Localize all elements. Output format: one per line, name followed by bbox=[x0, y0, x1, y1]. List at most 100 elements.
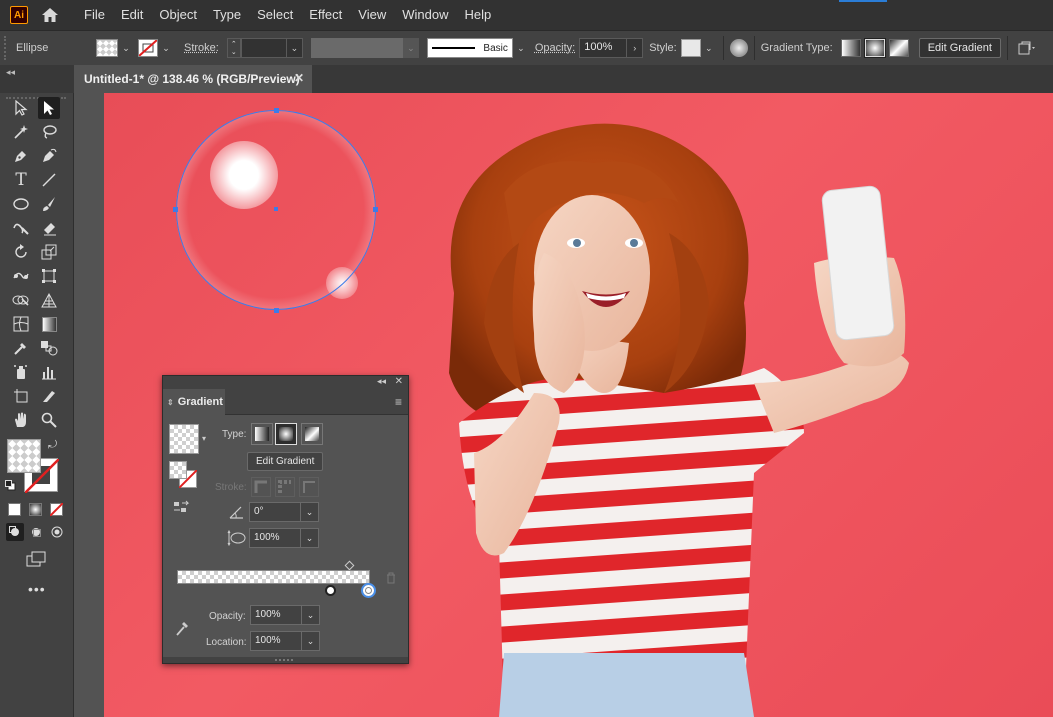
brush-dropdown[interactable]: ⌄ bbox=[513, 38, 529, 58]
eyedropper-tool-icon[interactable] bbox=[10, 337, 32, 359]
type-tool-icon[interactable]: T bbox=[10, 169, 32, 191]
style-dropdown[interactable]: ⌄ bbox=[701, 38, 717, 58]
panel-options-arrows-icon[interactable]: ⇕ bbox=[167, 398, 174, 407]
stroke-weight-input[interactable] bbox=[240, 38, 287, 58]
magic-wand-tool-icon[interactable] bbox=[10, 121, 32, 143]
graphic-style-swatch[interactable] bbox=[680, 39, 701, 57]
panel-radial-gradient-button[interactable] bbox=[275, 423, 297, 445]
aspect-ratio-dropdown[interactable]: ⌄ bbox=[301, 528, 319, 548]
stroke-label[interactable]: Stroke: bbox=[184, 42, 219, 54]
perspective-grid-tool-icon[interactable] bbox=[38, 289, 60, 311]
linear-gradient-button[interactable] bbox=[840, 39, 861, 57]
menu-type[interactable]: Type bbox=[205, 0, 249, 30]
line-segment-tool-icon[interactable] bbox=[38, 169, 60, 191]
panel-edit-gradient-button[interactable]: Edit Gradient bbox=[247, 452, 324, 471]
edit-toolbar-icon[interactable]: ••• bbox=[28, 581, 46, 597]
symbol-sprayer-tool-icon[interactable] bbox=[10, 361, 32, 383]
delete-stop-icon[interactable] bbox=[385, 572, 397, 584]
shaper-tool-icon[interactable] bbox=[10, 217, 32, 239]
gradient-tool-icon[interactable] bbox=[38, 313, 60, 335]
collapse-toolbar-icon[interactable]: ◂◂ bbox=[6, 67, 15, 78]
edit-gradient-button[interactable]: Edit Gradient bbox=[918, 38, 1001, 58]
angle-dropdown[interactable]: ⌄ bbox=[301, 502, 319, 522]
color-mode-button[interactable] bbox=[8, 503, 21, 516]
draw-behind-icon[interactable] bbox=[27, 523, 45, 541]
paintbrush-tool-icon[interactable] bbox=[38, 193, 60, 215]
fill-indicator[interactable] bbox=[169, 461, 187, 479]
variable-width-profile[interactable] bbox=[310, 38, 403, 58]
none-mode-button[interactable] bbox=[50, 503, 63, 516]
aspect-ratio-input[interactable]: 100% bbox=[249, 528, 301, 548]
stop-location-dropdown[interactable]: ⌄ bbox=[302, 631, 320, 651]
mesh-tool-icon[interactable] bbox=[10, 313, 32, 335]
menu-effect[interactable]: Effect bbox=[301, 0, 350, 30]
swap-fill-stroke-icon[interactable]: ⤾ bbox=[48, 439, 57, 452]
puppet-warp-tool-icon[interactable] bbox=[10, 265, 32, 287]
menu-select[interactable]: Select bbox=[249, 0, 301, 30]
column-graph-tool-icon[interactable] bbox=[38, 361, 60, 383]
stroke-weight-stepper[interactable]: ⌃ ⌄ bbox=[226, 38, 241, 58]
fill-swatch[interactable] bbox=[96, 39, 118, 57]
gradient-tab[interactable]: ⇕ Gradient bbox=[163, 389, 225, 415]
stroke-across-button[interactable] bbox=[299, 477, 319, 497]
freeform-gradient-button[interactable] bbox=[888, 39, 909, 57]
angle-input[interactable]: 0° bbox=[249, 502, 301, 522]
ellipse-tool-icon[interactable] bbox=[10, 193, 32, 215]
anchor-point-top[interactable] bbox=[274, 108, 279, 113]
recolor-artwork-icon[interactable] bbox=[729, 39, 748, 57]
menu-window[interactable]: Window bbox=[394, 0, 456, 30]
panel-resize-bar[interactable] bbox=[163, 657, 408, 663]
gradient-stop-left[interactable] bbox=[325, 585, 336, 596]
panel-eyedropper-icon[interactable] bbox=[175, 619, 191, 637]
menu-view[interactable]: View bbox=[350, 0, 394, 30]
collapse-panel-icon[interactable]: ◂◂ bbox=[377, 376, 386, 387]
gradient-swatch[interactable] bbox=[169, 424, 199, 454]
blend-tool-icon[interactable] bbox=[38, 337, 60, 359]
stroke-dropdown[interactable]: ⌄ bbox=[158, 38, 174, 58]
lasso-tool-icon[interactable] bbox=[38, 121, 60, 143]
reverse-gradient-icon[interactable] bbox=[173, 500, 191, 514]
stroke-swatch[interactable] bbox=[138, 39, 158, 57]
screen-mode-icon[interactable] bbox=[25, 548, 47, 570]
direct-selection-tool-icon[interactable] bbox=[38, 97, 60, 119]
selection-tool-icon[interactable] bbox=[10, 97, 32, 119]
stop-opacity-dropdown[interactable]: ⌄ bbox=[302, 605, 320, 625]
rotate-tool-icon[interactable] bbox=[10, 241, 32, 263]
opacity-flyout[interactable]: › bbox=[627, 38, 644, 58]
document-setup-icon[interactable] bbox=[1018, 40, 1036, 56]
menu-help[interactable]: Help bbox=[456, 0, 499, 30]
draw-normal-icon[interactable] bbox=[6, 523, 24, 541]
stroke-along-button[interactable] bbox=[275, 477, 295, 497]
shape-builder-tool-icon[interactable] bbox=[10, 289, 32, 311]
hand-tool-icon[interactable] bbox=[10, 409, 32, 431]
opacity-label[interactable]: Opacity: bbox=[535, 42, 575, 54]
radial-gradient-button[interactable] bbox=[864, 39, 885, 57]
close-panel-icon[interactable]: ✕ bbox=[395, 376, 403, 387]
gradient-swatch-dropdown[interactable]: ▾ bbox=[202, 434, 206, 443]
home-icon[interactable] bbox=[40, 5, 60, 25]
stop-location-input[interactable]: 100% bbox=[250, 631, 302, 651]
pen-tool-icon[interactable] bbox=[10, 145, 32, 167]
close-document-icon[interactable]: ✕ bbox=[294, 71, 304, 85]
panel-linear-gradient-button[interactable] bbox=[251, 423, 273, 445]
artboard-tool-icon[interactable] bbox=[10, 385, 32, 407]
scale-tool-icon[interactable] bbox=[38, 241, 60, 263]
eraser-tool-icon[interactable] bbox=[38, 217, 60, 239]
panel-freeform-gradient-button[interactable] bbox=[301, 423, 323, 445]
menu-object[interactable]: Object bbox=[151, 0, 205, 30]
fill-color-box[interactable] bbox=[7, 439, 41, 473]
zoom-tool-icon[interactable] bbox=[38, 409, 60, 431]
anchor-point-left[interactable] bbox=[173, 207, 178, 212]
profile-dropdown[interactable]: ⌄ bbox=[402, 38, 419, 58]
stroke-within-button[interactable] bbox=[251, 477, 271, 497]
fill-dropdown[interactable]: ⌄ bbox=[118, 38, 134, 58]
document-tab[interactable]: Untitled-1* @ 138.46 % (RGB/Preview) ✕ bbox=[74, 65, 312, 93]
slice-tool-icon[interactable] bbox=[38, 385, 60, 407]
control-bar-grip[interactable] bbox=[4, 36, 10, 60]
anchor-point-right[interactable] bbox=[373, 207, 378, 212]
panel-title-bar[interactable]: ◂◂ ✕ bbox=[163, 376, 408, 389]
gradient-midpoint[interactable] bbox=[344, 560, 355, 571]
brush-definition[interactable]: Basic bbox=[426, 38, 513, 58]
curvature-tool-icon[interactable] bbox=[38, 145, 60, 167]
free-transform-tool-icon[interactable] bbox=[38, 265, 60, 287]
